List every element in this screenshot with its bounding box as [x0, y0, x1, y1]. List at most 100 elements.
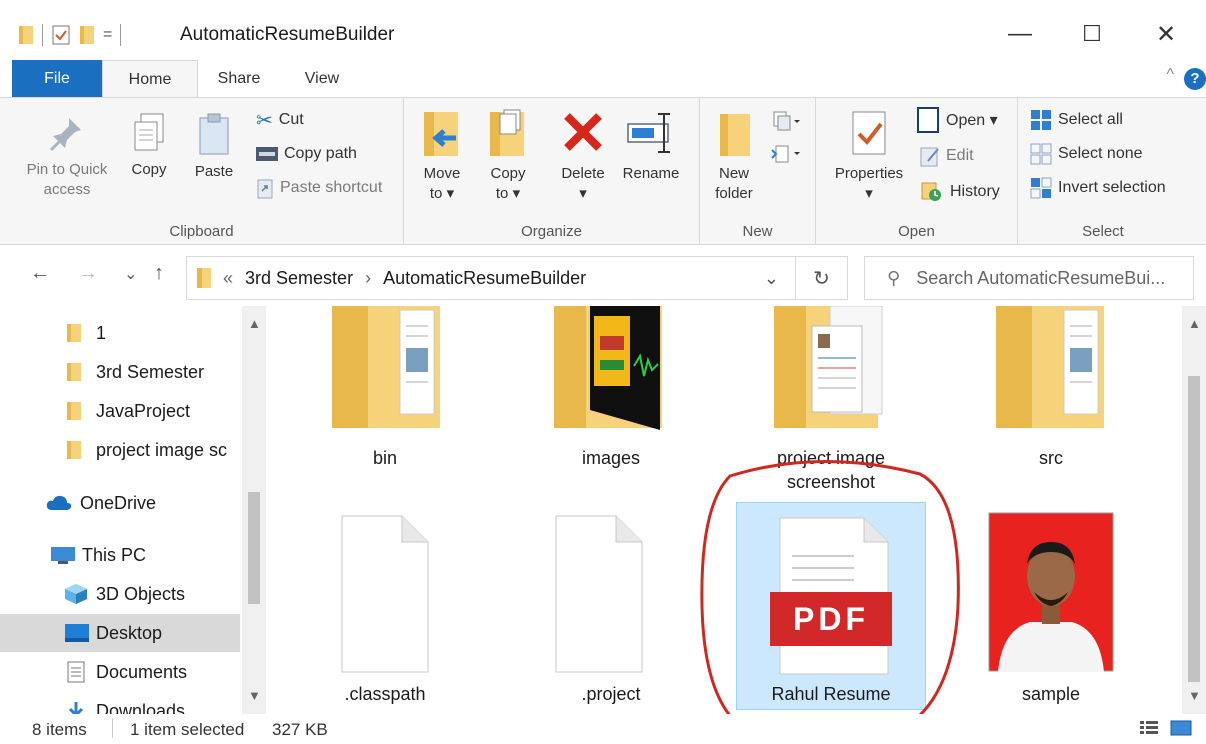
- nav-item-3rd-semester[interactable]: 3rd Semester: [0, 353, 240, 391]
- file-item-bin[interactable]: bin: [290, 306, 480, 476]
- delete-button[interactable]: Delete ▾: [552, 108, 614, 204]
- close-button[interactable]: ✕: [1136, 14, 1196, 54]
- nav-item-onedrive[interactable]: OneDrive: [0, 484, 240, 522]
- copy-icon: [134, 113, 164, 151]
- customize-toolbar-dropdown[interactable]: =: [103, 26, 112, 44]
- refresh-button[interactable]: ↻: [796, 256, 848, 300]
- scroll-down-arrow[interactable]: ▼: [248, 688, 261, 703]
- new-folder-button[interactable]: New folder: [706, 110, 762, 204]
- nav-item-label: 1: [96, 322, 107, 343]
- blank-document-icon: [341, 515, 429, 673]
- cut-button[interactable]: ✂ Cut: [256, 108, 304, 132]
- copy-label: Copy: [131, 161, 167, 178]
- toolbar-divider: [120, 24, 122, 46]
- pin-to-quick-access-button[interactable]: Pin to Quick access: [18, 112, 116, 200]
- properties-button[interactable]: Properties ▾: [828, 108, 910, 204]
- large-icons-view-button[interactable]: [1170, 720, 1192, 741]
- move-to-button[interactable]: Move to ▾: [416, 108, 468, 204]
- navigation-pane: 1 3rd Semester JavaProject project image…: [0, 306, 268, 714]
- nav-pane-scrollbar[interactable]: ▲ ▼: [242, 306, 266, 714]
- select-all-button[interactable]: Select all: [1030, 108, 1123, 132]
- minimize-button[interactable]: —: [990, 14, 1050, 54]
- cube-icon: [65, 584, 87, 604]
- recent-locations-button[interactable]: ⌄: [124, 264, 137, 284]
- tab-share[interactable]: Share: [200, 60, 278, 98]
- edit-button[interactable]: Edit: [920, 144, 974, 168]
- tab-view[interactable]: View: [284, 60, 360, 98]
- selection-size: 327 KB: [272, 720, 328, 739]
- ribbon-tabs: File Home Share View: [0, 60, 1206, 99]
- file-name-line-2: screenshot: [786, 472, 876, 492]
- scroll-down-arrow[interactable]: ▼: [1188, 688, 1201, 703]
- file-item-sample[interactable]: sample: [956, 506, 1146, 706]
- address-dropdown-button[interactable]: ⌄: [764, 268, 779, 289]
- clipboard-icon: [199, 113, 229, 155]
- properties-label: Properties: [834, 165, 904, 182]
- scroll-thumb[interactable]: [1188, 376, 1200, 682]
- easy-access-button[interactable]: [770, 142, 800, 166]
- documents-icon: [67, 661, 85, 683]
- file-item-classpath[interactable]: .classpath: [290, 506, 480, 706]
- nav-item-this-pc[interactable]: This PC: [0, 536, 240, 574]
- blank-document-icon: [555, 515, 643, 673]
- scroll-up-arrow[interactable]: ▲: [248, 316, 261, 331]
- history-button[interactable]: History: [920, 180, 1000, 204]
- pdf-badge: PDF: [793, 601, 869, 637]
- breadcrumb-3rd-semester[interactable]: 3rd Semester: [245, 268, 353, 289]
- invert-selection-button[interactable]: Invert selection: [1030, 176, 1166, 200]
- copy-path-button[interactable]: Copy path: [256, 142, 357, 166]
- select-all-icon: [1031, 110, 1051, 130]
- help-button[interactable]: ?: [1184, 68, 1206, 90]
- tab-home[interactable]: Home: [102, 60, 198, 99]
- file-view-scrollbar[interactable]: ▲ ▼: [1182, 306, 1206, 714]
- scroll-up-arrow[interactable]: ▲: [1188, 316, 1201, 331]
- breadcrumb-overflow[interactable]: «: [223, 268, 233, 289]
- organize-group: Move to ▾ Copy to ▾ Delete ▾ Rename Orga…: [404, 98, 700, 244]
- file-name: images: [581, 448, 641, 468]
- copy-to-button[interactable]: Copy to ▾: [482, 108, 534, 204]
- file-item-images[interactable]: images: [516, 306, 706, 476]
- forward-button[interactable]: →: [78, 262, 98, 285]
- nav-item-javaproject[interactable]: JavaProject: [0, 392, 240, 430]
- copy-button[interactable]: Copy: [124, 112, 174, 180]
- scissors-icon: ✂: [256, 109, 273, 132]
- paste-label: Paste: [194, 163, 234, 180]
- paste-button[interactable]: Paste: [186, 112, 242, 182]
- nav-item-desktop[interactable]: Desktop: [0, 614, 240, 652]
- nav-item-1[interactable]: 1: [0, 314, 240, 352]
- copy-to-icon: [490, 109, 524, 156]
- copy-path-label: Copy path: [284, 145, 357, 162]
- nav-item-downloads[interactable]: Downloads: [0, 692, 240, 714]
- pin-label-2: access: [43, 181, 91, 198]
- paste-shortcut-button[interactable]: Paste shortcut: [256, 176, 382, 200]
- folder-icon[interactable]: [18, 24, 34, 46]
- computer-icon: [51, 547, 75, 564]
- cut-label: Cut: [278, 111, 304, 128]
- file-item-rahul-resume[interactable]: PDF Rahul Resume: [736, 506, 926, 706]
- properties-check-icon[interactable]: [51, 24, 71, 46]
- new-item-button[interactable]: [770, 110, 800, 134]
- breadcrumb-separator[interactable]: ›: [365, 268, 371, 289]
- select-none-button[interactable]: Select none: [1030, 142, 1143, 166]
- up-button[interactable]: ↑: [154, 262, 164, 285]
- address-bar[interactable]: « 3rd Semester › AutomaticResumeBuilder …: [186, 256, 796, 300]
- easy-access-icon: [771, 145, 800, 163]
- file-item-project[interactable]: .project: [516, 506, 706, 706]
- search-box[interactable]: ⚲ Search AutomaticResumeBui...: [864, 256, 1194, 300]
- collapse-ribbon-button[interactable]: ^: [1166, 66, 1174, 84]
- nav-item-3d-objects[interactable]: 3D Objects: [0, 575, 240, 613]
- folder-icon: [67, 324, 81, 342]
- details-view-button[interactable]: [1140, 720, 1158, 741]
- file-item-src[interactable]: src: [956, 306, 1146, 476]
- file-item-project-image-screenshot[interactable]: project image screenshot: [736, 306, 926, 492]
- tab-file[interactable]: File: [12, 60, 102, 98]
- nav-item-documents[interactable]: Documents: [0, 653, 240, 691]
- new-folder-icon[interactable]: [79, 24, 95, 46]
- scroll-thumb[interactable]: [248, 492, 260, 604]
- back-button[interactable]: ←: [30, 262, 50, 285]
- maximize-button[interactable]: ☐: [1062, 14, 1122, 54]
- open-button[interactable]: Open ▾: [916, 107, 998, 133]
- breadcrumb-automaticresumebuilder[interactable]: AutomaticResumeBuilder: [383, 268, 586, 289]
- nav-item-project-image[interactable]: project image sc: [0, 431, 240, 469]
- rename-button[interactable]: Rename: [618, 108, 684, 184]
